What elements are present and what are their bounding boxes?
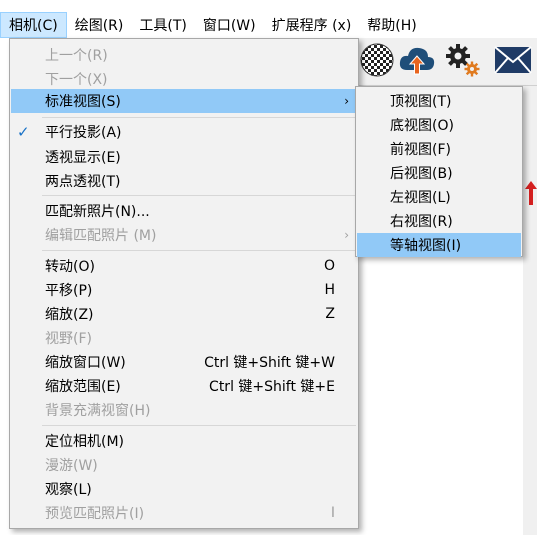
menu-item-look-around[interactable]: 观察(L) (11, 477, 357, 501)
menu-item-perspective[interactable]: 透视显示(E) (11, 145, 357, 169)
menu-bar: 相机(C) 绘图(R) 工具(T) 窗口(W) 扩展程序 (x) 帮助(H) (0, 12, 537, 38)
menu-item-zoom-window[interactable]: 缩放窗口(W) Ctrl 键+Shift 键+W (11, 350, 357, 374)
menu-separator (42, 250, 356, 251)
menu-window[interactable]: 窗口(W) (195, 12, 264, 38)
menu-tools[interactable]: 工具(T) (131, 12, 194, 38)
submenu-item-top-view[interactable]: 顶视图(T) (357, 89, 521, 113)
cloud-upload-icon[interactable] (397, 40, 437, 80)
chevron-right-icon: › (344, 94, 349, 108)
menu-item-next[interactable]: 下一个(X) (11, 67, 357, 91)
menu-separator (42, 425, 356, 426)
menu-draw[interactable]: 绘图(R) (67, 12, 132, 38)
toolbar (355, 38, 537, 86)
submenu-item-back-view[interactable]: 后视图(B) (357, 161, 521, 185)
menu-item-preview-matched-photo[interactable]: 预览匹配照片(I) I (11, 501, 357, 525)
chevron-right-icon: › (344, 228, 349, 242)
sphere-icon[interactable] (357, 40, 397, 80)
submenu-item-iso-view[interactable]: 等轴视图(I) (357, 233, 521, 257)
standard-views-submenu: 顶视图(T) 底视图(O) 前视图(F) 后视图(B) 左视图(L) 右视图(R… (355, 86, 523, 257)
menu-separator (42, 117, 356, 118)
submenu-item-front-view[interactable]: 前视图(F) (357, 137, 521, 161)
menu-item-two-point-perspective[interactable]: 两点透视(T) (11, 169, 357, 193)
submenu-item-bottom-view[interactable]: 底视图(O) (357, 113, 521, 137)
menu-item-position-camera[interactable]: 定位相机(M) (11, 429, 357, 453)
red-arrow-icon (525, 181, 537, 205)
gears-icon[interactable] (443, 40, 483, 80)
menu-item-standard-views[interactable]: 标准视图(S) › (11, 89, 357, 113)
menu-separator (42, 195, 356, 196)
submenu-item-right-view[interactable]: 右视图(R) (357, 209, 521, 233)
menu-item-background-fill[interactable]: 背景充满视窗(H) (11, 398, 357, 422)
menu-item-walk[interactable]: 漫游(W) (11, 453, 357, 477)
checkmark-icon: ✓ (17, 123, 30, 141)
mail-icon[interactable] (493, 40, 533, 80)
menu-item-orbit[interactable]: 转动(O) O (11, 254, 357, 278)
menu-item-zoom[interactable]: 缩放(Z) Z (11, 302, 357, 326)
menu-item-parallel-projection[interactable]: ✓ 平行投影(A) (11, 120, 357, 144)
menu-item-field-of-view[interactable]: 视野(F) (11, 326, 357, 350)
menu-extensions[interactable]: 扩展程序 (x) (264, 12, 360, 38)
camera-dropdown-menu: 上一个(R) 下一个(X) 标准视图(S) › ✓ 平行投影(A) 透视显示(E… (9, 38, 359, 529)
window-edge (523, 86, 537, 535)
menu-help[interactable]: 帮助(H) (359, 12, 424, 38)
menu-item-match-new-photo[interactable]: 匹配新照片(N)... (11, 199, 357, 223)
menu-item-edit-matched-photo[interactable]: 编辑匹配照片 (M) › (11, 223, 357, 247)
menu-item-previous[interactable]: 上一个(R) (11, 43, 357, 67)
menu-item-zoom-extents[interactable]: 缩放范围(E) Ctrl 键+Shift 键+E (11, 374, 357, 398)
menu-item-pan[interactable]: 平移(P) H (11, 278, 357, 302)
menu-camera[interactable]: 相机(C) (0, 12, 67, 38)
submenu-item-left-view[interactable]: 左视图(L) (357, 185, 521, 209)
